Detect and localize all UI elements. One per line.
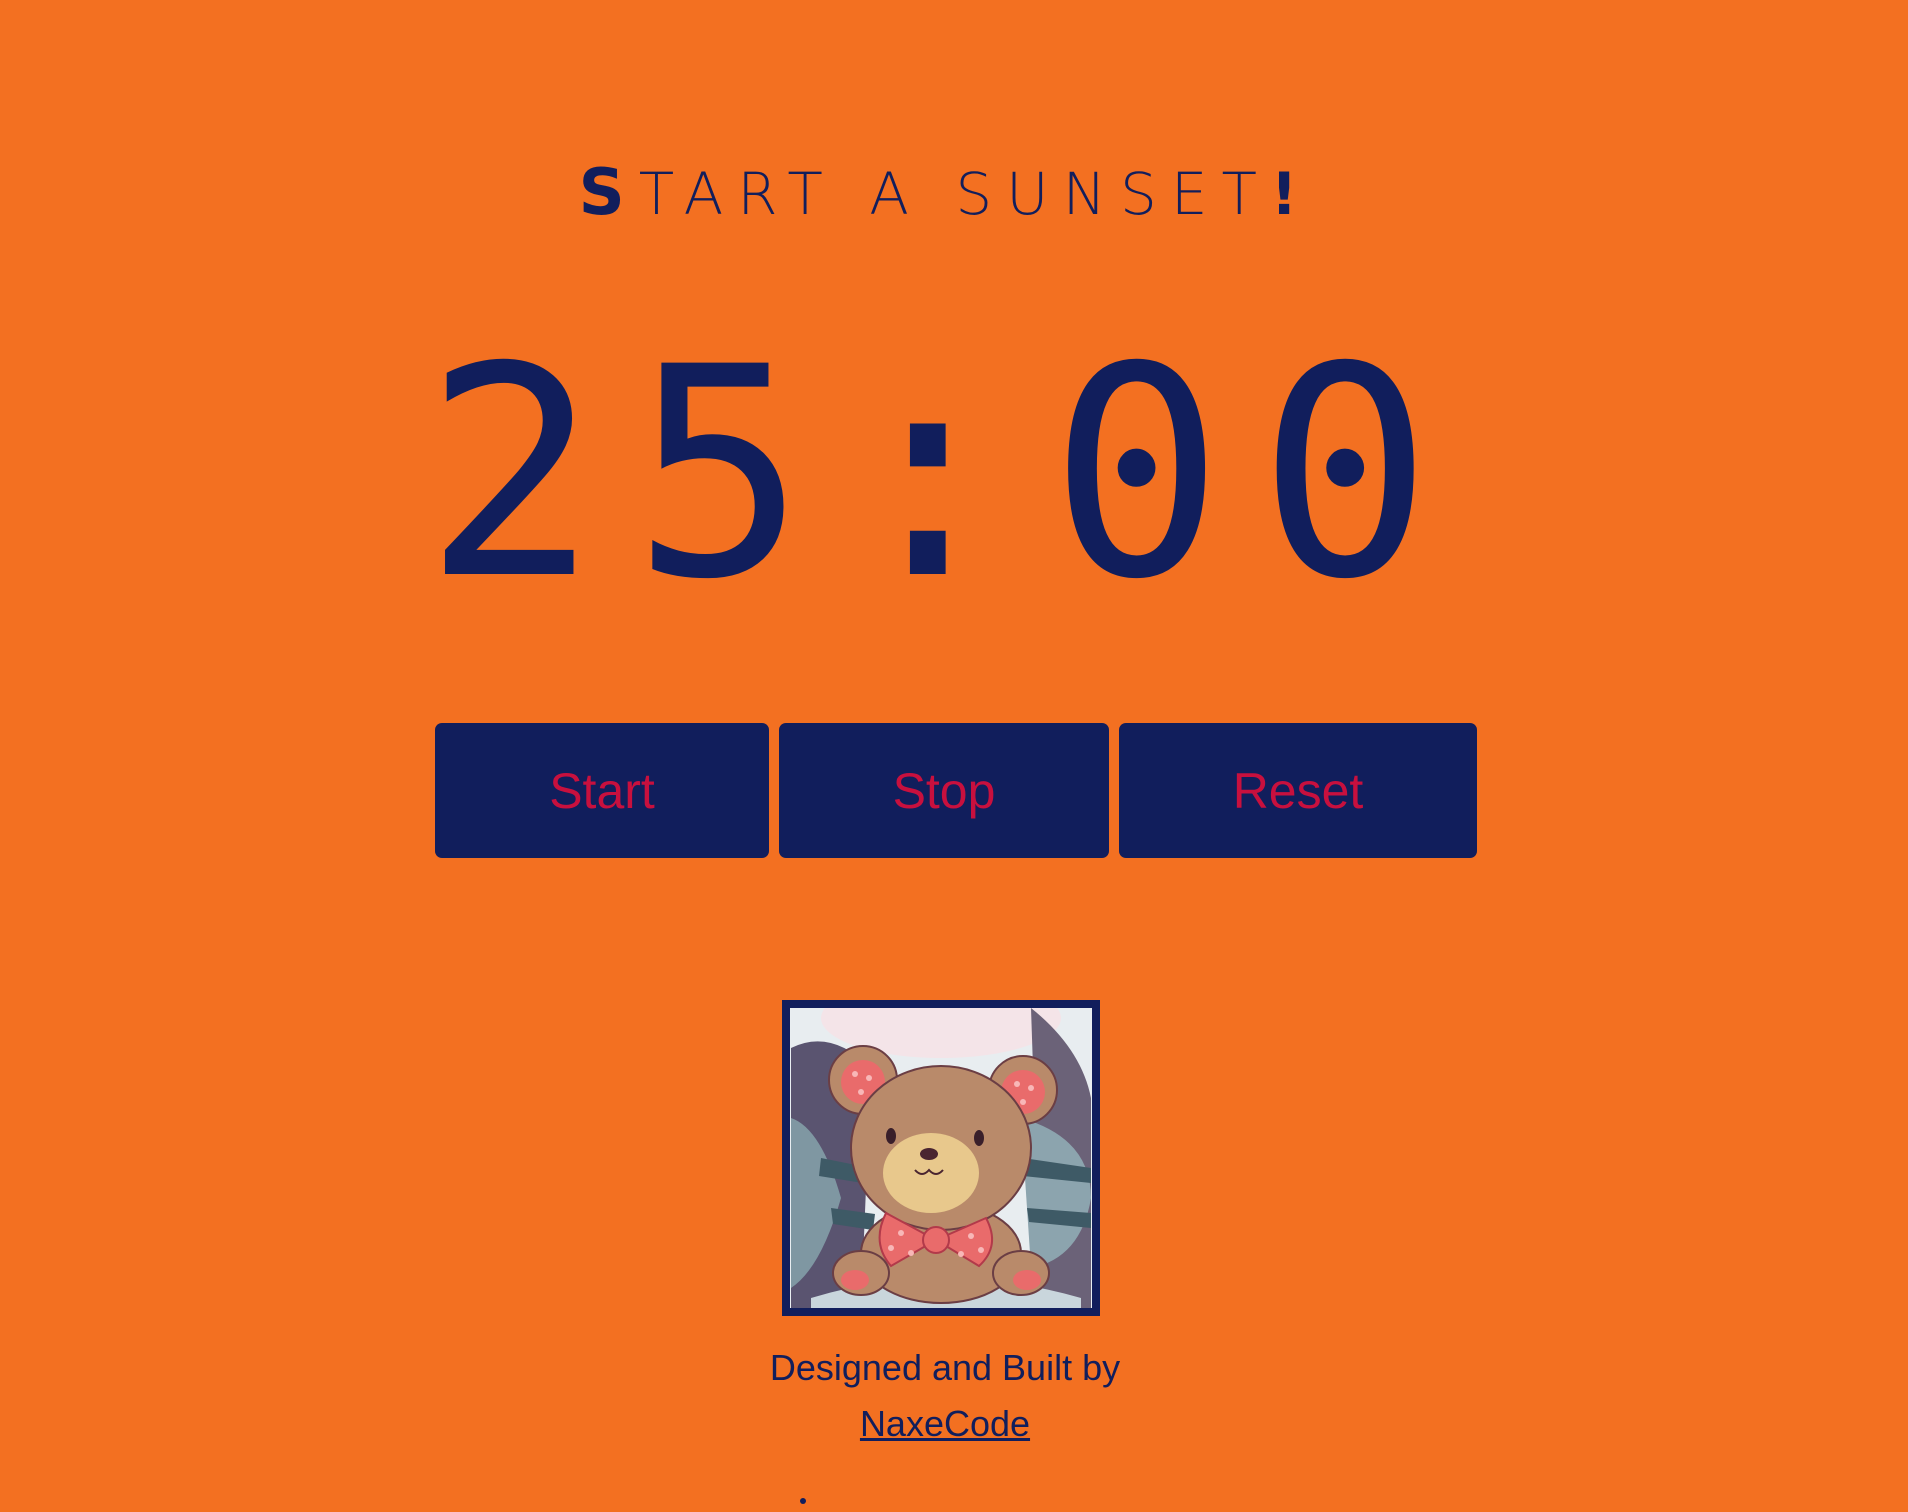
credit-text: Designed and Built by xyxy=(769,1347,1121,1388)
countdown-timer: 25:00 xyxy=(423,306,1467,643)
reset-button[interactable]: Reset xyxy=(1119,723,1477,858)
page-title-text: tart a Sunset xyxy=(638,160,1271,228)
teddy-bear-avatar xyxy=(782,1000,1100,1316)
timer-controls: Start Stop Reset xyxy=(435,723,1477,858)
stop-button[interactable]: Stop xyxy=(779,723,1109,858)
footer-credit: Designed and Built by NaxeCode xyxy=(0,1340,1890,1452)
decorative-dot xyxy=(800,1498,806,1504)
start-button[interactable]: Start xyxy=(435,723,769,858)
author-link[interactable]: NaxeCode xyxy=(860,1403,1030,1444)
page-title: Start a Sunset! xyxy=(0,158,1890,229)
page-title-exclamation: ! xyxy=(1270,160,1312,228)
page-title-initial: S xyxy=(578,156,639,230)
teddy-bear-illustration xyxy=(791,1008,1091,1308)
